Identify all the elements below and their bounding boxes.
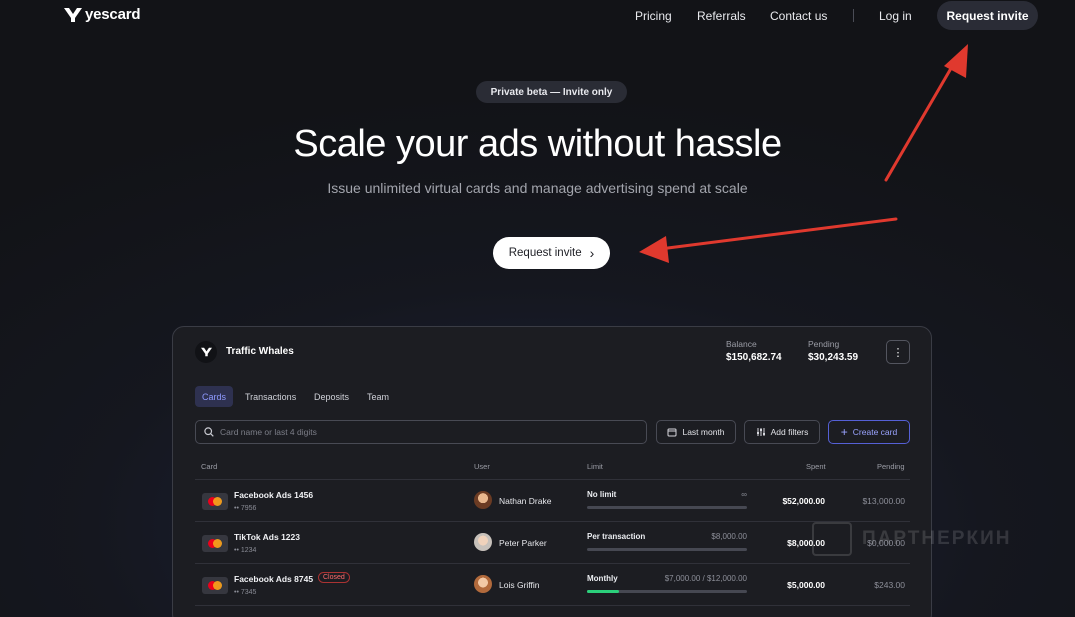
dashboard-preview: Traffic Whales Balance $150,682.74 Pendi… <box>172 326 932 617</box>
hero-subtitle: Issue unlimited virtual cards and manage… <box>327 180 748 196</box>
col-card: Card <box>201 462 218 471</box>
brand-name: yescard <box>85 6 141 23</box>
nav-link-pricing[interactable]: Pricing <box>635 9 672 23</box>
hero-request-invite-button[interactable]: Request invite › <box>493 237 610 269</box>
add-filters-label: Add filters <box>770 427 809 437</box>
nav-link-contact[interactable]: Contact us <box>770 9 827 23</box>
spent-value: $5,000.00 <box>787 580 825 590</box>
col-limit: Limit <box>587 462 603 471</box>
hero-cta-label: Request invite <box>508 247 582 259</box>
search-input[interactable] <box>220 427 620 437</box>
tab-cards[interactable]: Cards <box>195 386 234 407</box>
create-card-button[interactable]: + Create card <box>828 420 910 444</box>
pending-value: $30,243.59 <box>808 352 859 363</box>
col-pending: Pending <box>877 462 905 471</box>
card-search[interactable] <box>195 420 647 444</box>
private-beta-badge: Private beta — Invite only <box>476 81 627 103</box>
yescard-logo-icon <box>64 7 82 22</box>
spent-value: $52,000.00 <box>782 496 825 506</box>
watermark: ПАРТНЕРКИН <box>812 522 1011 556</box>
more-options-icon[interactable]: ⋮ <box>886 340 910 364</box>
table-row[interactable]: Facebook Ads 8745 Closed •• 7345 Lois Gr… <box>195 563 910 605</box>
limit-value: ∞ <box>741 490 747 499</box>
limit-progress-bar <box>587 506 747 509</box>
table-row[interactable]: TikTok Ads 1223 •• 1234 Peter Parker Per… <box>195 521 910 563</box>
tab-team[interactable]: Team <box>367 386 389 407</box>
mastercard-icon <box>202 493 228 510</box>
chevron-right-icon: › <box>589 245 595 261</box>
arrow-to-hero-cta <box>639 217 898 263</box>
mastercard-icon <box>202 535 228 552</box>
mastercard-icon <box>202 577 228 594</box>
card-number: •• 1234 <box>234 547 257 554</box>
search-icon <box>204 427 214 437</box>
user-name: Lois Griffin <box>499 580 540 590</box>
card-name: Facebook Ads 8745 <box>234 574 314 584</box>
limit-value: $8,000.00 <box>711 532 747 541</box>
account-name: Traffic Whales <box>226 346 294 357</box>
user-name: Nathan Drake <box>499 496 552 506</box>
limit-type: Monthly <box>587 574 618 583</box>
plus-icon: + <box>840 425 848 439</box>
watermark-logo-icon <box>812 522 852 556</box>
limit-type: No limit <box>587 490 617 499</box>
card-name: TikTok Ads 1223 <box>234 532 300 542</box>
pending-value: $243.00 <box>874 580 905 590</box>
hero-title: Scale your ads without hassle <box>293 123 782 165</box>
tab-transactions[interactable]: Transactions <box>245 386 296 407</box>
filter-sliders-icon <box>756 428 765 436</box>
nav-link-referrals[interactable]: Referrals <box>697 9 746 23</box>
card-name: Facebook Ads 1456 <box>234 490 314 500</box>
pending-value: $13,000.00 <box>862 496 905 506</box>
date-filter-button[interactable]: Last month <box>656 420 736 444</box>
balance-label: Balance <box>726 339 757 349</box>
balance-value: $150,682.74 <box>726 352 782 363</box>
account-logo-icon <box>195 341 217 363</box>
nav-divider <box>853 9 854 22</box>
watermark-text: ПАРТНЕРКИН <box>862 528 1012 549</box>
col-user: User <box>474 462 490 471</box>
add-filters-button[interactable]: Add filters <box>744 420 820 444</box>
top-nav: yescard Pricing Referrals Contact us Log… <box>0 0 1075 32</box>
nav-request-invite-button[interactable]: Request invite <box>937 1 1038 30</box>
table-row[interactable] <box>195 605 910 617</box>
date-filter-label: Last month <box>682 427 725 437</box>
avatar <box>474 491 492 509</box>
avatar <box>474 575 492 593</box>
limit-progress-bar <box>587 590 747 593</box>
table-row[interactable]: Facebook Ads 1456 •• 7956 Nathan Drake N… <box>195 479 910 521</box>
login-link[interactable]: Log in <box>879 9 912 23</box>
limit-progress-bar <box>587 548 747 551</box>
pending-label: Pending <box>808 339 840 349</box>
create-card-label: Create card <box>852 427 898 437</box>
tab-deposits[interactable]: Deposits <box>314 386 349 407</box>
card-number: •• 7956 <box>234 505 257 512</box>
limit-progress-fill <box>587 590 619 593</box>
col-spent: Spent <box>806 462 826 471</box>
user-name: Peter Parker <box>499 538 547 548</box>
limit-value: $7,000.00 / $12,000.00 <box>664 574 747 583</box>
closed-badge: Closed <box>318 572 350 583</box>
calendar-icon <box>667 428 677 437</box>
avatar <box>474 533 492 551</box>
card-number: •• 7345 <box>234 589 257 596</box>
brand-logo[interactable]: yescard <box>64 6 141 23</box>
